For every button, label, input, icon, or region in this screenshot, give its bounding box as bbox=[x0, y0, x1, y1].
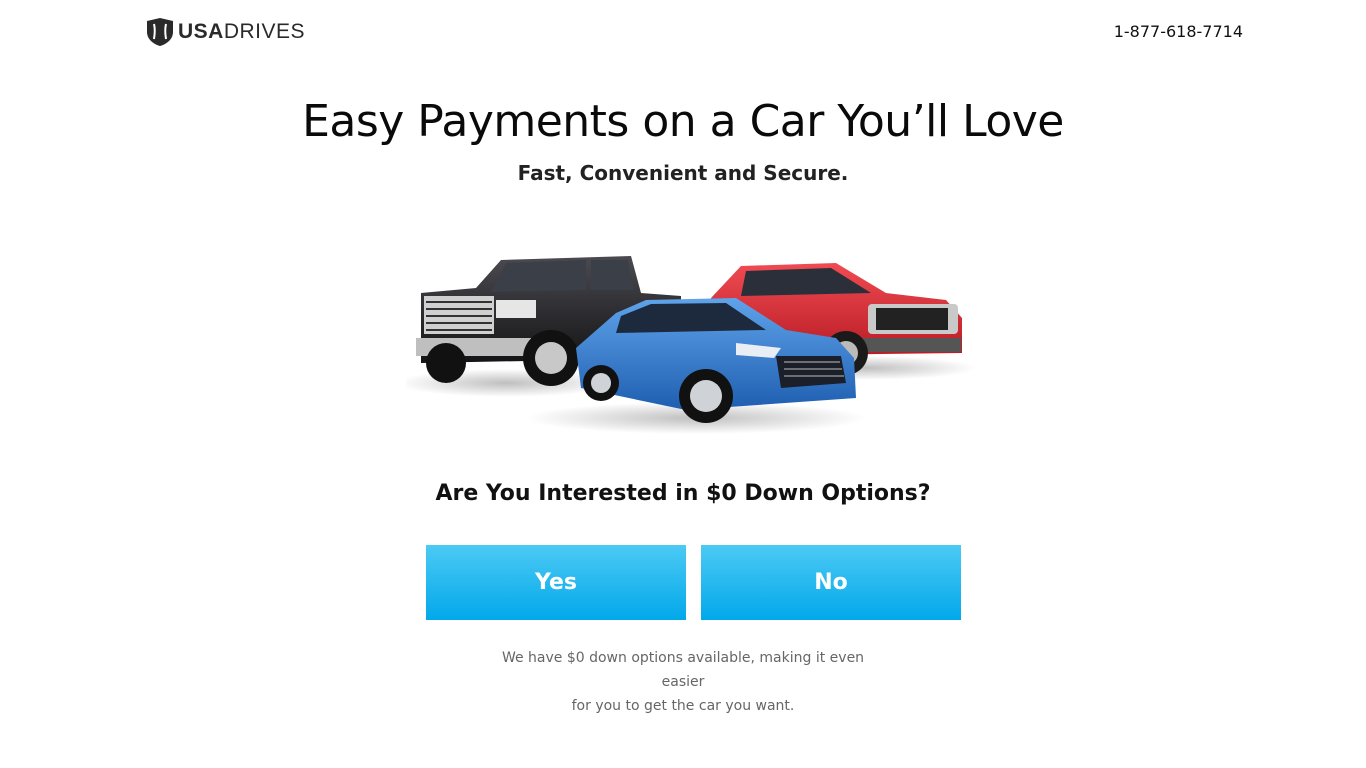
yes-button[interactable]: Yes bbox=[426, 545, 686, 620]
page-subtitle: Fast, Convenient and Secure. bbox=[517, 161, 849, 185]
down-options-note: We have $0 down options available, makin… bbox=[483, 646, 883, 718]
shield-icon bbox=[147, 18, 173, 46]
cars-image bbox=[406, 256, 976, 434]
no-button[interactable]: No bbox=[701, 545, 961, 620]
phone-number-link[interactable]: 1-877-618-7714 bbox=[1114, 22, 1243, 41]
note-line-2: for you to get the car you want. bbox=[571, 698, 795, 714]
page: USADRIVES 1-877-618-7714 Easy Payments o… bbox=[0, 0, 1366, 768]
usadrives-logo[interactable]: USADRIVES bbox=[145, 18, 305, 46]
down-payment-question: Are You Interested in $0 Down Options? bbox=[435, 481, 931, 506]
logo-usa: USA bbox=[178, 20, 224, 43]
logo-drives: DRIVES bbox=[223, 20, 306, 43]
logo-wordmark: USADRIVES bbox=[178, 18, 305, 46]
note-line-1: We have $0 down options available, makin… bbox=[501, 650, 865, 690]
page-title: Easy Payments on a Car You’ll Love bbox=[302, 96, 1064, 147]
